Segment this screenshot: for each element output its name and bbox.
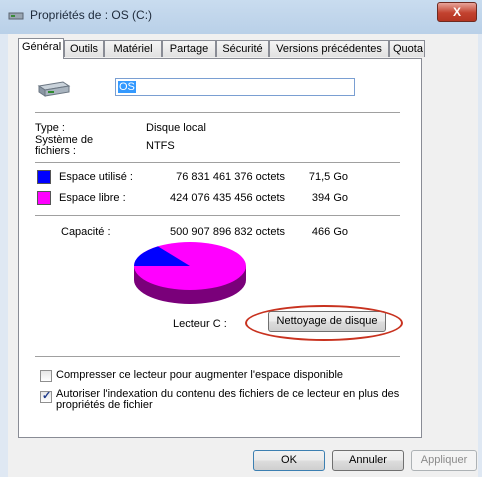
type-label: Type : — [35, 122, 65, 134]
highlight-annotation — [245, 305, 403, 341]
ok-button[interactable]: OK — [253, 450, 325, 471]
index-label: Autoriser l'indexation du contenu des fi… — [56, 388, 400, 411]
tab-hardware[interactable]: Matériel — [104, 40, 162, 57]
capacity-label: Capacité : — [61, 226, 111, 238]
hard-drive-icon — [37, 81, 71, 97]
compress-label: Compresser ce lecteur pour augmenter l'e… — [56, 369, 344, 381]
checkmark-icon: ✓ — [42, 390, 52, 402]
drive-name-input[interactable]: OS — [115, 78, 355, 96]
fs-label: Système de fichiers : — [35, 134, 94, 157]
close-button[interactable]: X — [437, 2, 477, 22]
used-space-size: 71,5 Go — [308, 171, 348, 183]
divider-middle — [35, 162, 400, 163]
free-space-size: 394 Go — [311, 192, 348, 204]
tab-sharing[interactable]: Partage — [162, 40, 216, 57]
index-checkbox[interactable]: ✓ — [40, 390, 52, 403]
apply-button[interactable]: Appliquer — [411, 450, 477, 471]
divider-lower — [35, 215, 400, 216]
used-space-bytes: 76 831 461 376 octets — [176, 171, 285, 183]
tab-quota[interactable]: Quota — [389, 40, 425, 57]
capacity-size: 466 Go — [311, 226, 348, 238]
drive-icon — [8, 12, 24, 20]
used-space-swatch — [37, 170, 51, 184]
tab-tools[interactable]: Outils — [64, 40, 104, 57]
tab-general[interactable]: Général — [18, 38, 64, 59]
disk-usage-pie — [134, 242, 246, 304]
free-space-swatch — [37, 191, 51, 205]
title-bar[interactable]: Propriétés de : OS (C:) X — [0, 0, 482, 30]
free-space-label: Espace libre : — [59, 192, 126, 204]
used-space-label: Espace utilisé : — [59, 171, 133, 183]
divider-top — [35, 112, 400, 113]
tab-previous-versions[interactable]: Versions précédentes — [269, 40, 389, 57]
capacity-bytes: 500 907 896 832 octets — [170, 226, 285, 238]
compress-checkbox[interactable] — [40, 370, 52, 382]
properties-window: Propriétés de : OS (C:) X Général Outils… — [0, 0, 482, 477]
fs-value: NTFS — [146, 140, 175, 152]
window-title: Propriétés de : OS (C:) — [30, 8, 153, 22]
cancel-button[interactable]: Annuler — [332, 450, 404, 471]
type-value: Disque local — [146, 122, 206, 134]
drive-name-value: OS — [118, 81, 136, 93]
tab-security[interactable]: Sécurité — [216, 40, 269, 57]
drive-letter-label: Lecteur C : — [173, 318, 227, 330]
free-space-bytes: 424 076 435 456 octets — [170, 192, 285, 204]
divider-bottom — [35, 356, 400, 357]
